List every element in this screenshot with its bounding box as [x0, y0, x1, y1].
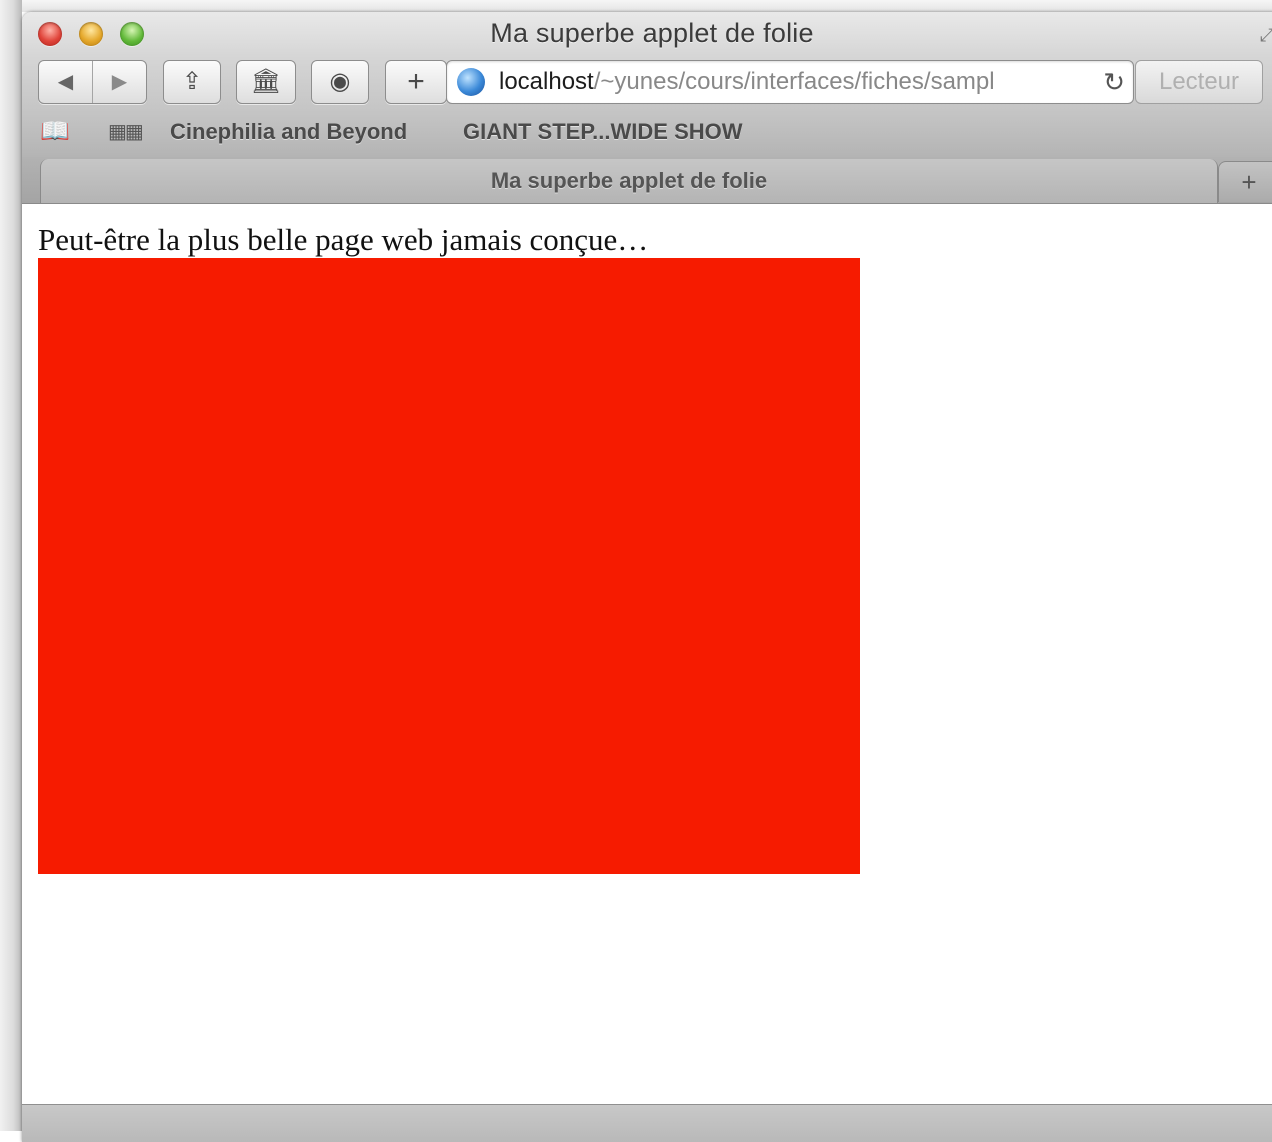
- bookmarks-bar: 📖 ▦▦ Cinephilia and Beyond GIANT STEP...…: [22, 112, 1272, 152]
- add-bookmark-button[interactable]: +: [385, 60, 447, 104]
- address-path: /~yunes/cours/interfaces/fiches/sampl: [593, 68, 995, 95]
- back-button[interactable]: ◀: [39, 61, 93, 103]
- address-bar[interactable]: localhost/~yunes/cours/interfaces/fiches…: [446, 60, 1134, 104]
- page-headline: Peut-être la plus belle page web jamais …: [38, 222, 649, 257]
- reload-button[interactable]: ↻: [1103, 61, 1125, 103]
- forward-button[interactable]: ▶: [93, 61, 146, 103]
- reader-button[interactable]: Lecteur: [1135, 60, 1263, 104]
- window-title: Ma superbe applet de folie: [490, 18, 814, 48]
- plus-icon: +: [407, 65, 425, 98]
- new-tab-button[interactable]: +: [1218, 161, 1272, 202]
- address-host: localhost: [499, 68, 594, 95]
- history-button[interactable]: 🏛: [236, 60, 296, 104]
- reading-list-icon[interactable]: 📖: [40, 112, 70, 152]
- ghostery-extension-button[interactable]: ◉: [311, 60, 369, 104]
- forward-arrow-icon: ▶: [111, 71, 128, 93]
- desktop-background-top: [0, 0, 1272, 12]
- share-button[interactable]: ⇪: [163, 60, 221, 104]
- desktop-background-left: [0, 0, 22, 1131]
- applet-canvas[interactable]: [38, 258, 860, 874]
- page-content: Peut-être la plus belle page web jamais …: [22, 204, 1272, 1104]
- plus-icon: +: [1241, 167, 1257, 197]
- browser-toolbar: Ma superbe applet de folie ⤢ ◀ ▶ ⇪ 🏛 ◉ +…: [22, 12, 1272, 157]
- address-url[interactable]: localhost/~yunes/cours/interfaces/fiches…: [499, 61, 1089, 103]
- library-icon: 🏛: [250, 68, 282, 95]
- tab-bar: Ma superbe applet de folie +: [22, 157, 1272, 204]
- share-icon: ⇪: [181, 68, 203, 95]
- bookmark-giant-step[interactable]: GIANT STEP...WIDE SHOW: [463, 112, 743, 152]
- status-bar: [22, 1104, 1272, 1142]
- navigation-buttons: ◀ ▶: [38, 60, 147, 104]
- globe-icon: [457, 68, 485, 96]
- top-sites-icon[interactable]: ▦▦: [108, 112, 144, 152]
- reload-icon: ↻: [1103, 67, 1125, 97]
- bookmark-cinephilia[interactable]: Cinephilia and Beyond: [170, 112, 407, 152]
- browser-window: Ma superbe applet de folie ⤢ ◀ ▶ ⇪ 🏛 ◉ +…: [22, 12, 1272, 1142]
- back-arrow-icon: ◀: [57, 71, 74, 93]
- fullscreen-icon[interactable]: ⤢: [1260, 22, 1272, 48]
- ghost-icon: ◉: [329, 68, 351, 95]
- tab-active[interactable]: Ma superbe applet de folie: [40, 159, 1218, 203]
